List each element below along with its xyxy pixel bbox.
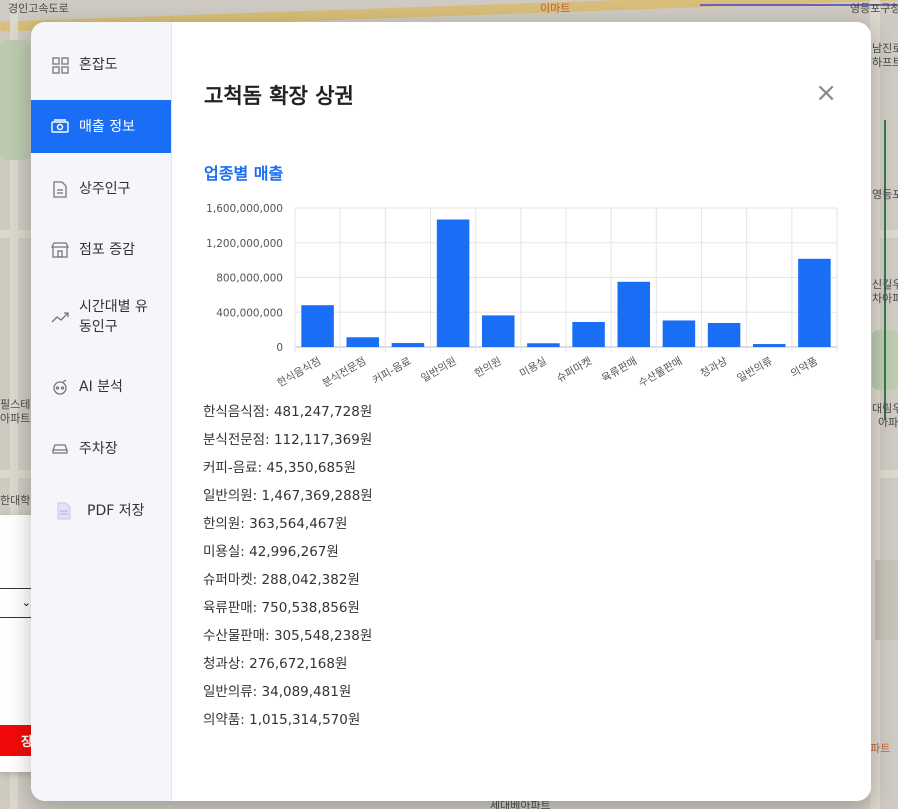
sales-list-item: 일반의류: 34,089,481원: [203, 684, 352, 700]
sidebar-pdf-save-button[interactable]: PDF 저장: [31, 488, 171, 534]
sidebar-item-label: 매출 정보: [79, 118, 135, 135]
chart-bar[interactable]: [481, 315, 515, 347]
area-modal: 혼잡도 매출 정보 상주인구 점포 증감 시간대별 유동인구 AI 분석 주차장…: [31, 22, 871, 801]
y-tick-label: 0: [276, 342, 283, 354]
sidebar-item-store-change[interactable]: 점포 증감: [31, 227, 171, 273]
sidebar-item-label: 점포 증감: [79, 242, 135, 258]
x-tick-label: 슈퍼마켓: [555, 355, 595, 385]
chart-bar[interactable]: [707, 322, 741, 347]
chevron-down-icon: ⌄: [21, 596, 31, 609]
sidebar-item-label: 상주인구: [79, 181, 131, 197]
close-icon[interactable]: ×: [815, 80, 837, 106]
trend-icon: [51, 308, 69, 326]
x-tick-label: 미용실: [518, 355, 549, 380]
sales-list-item: 의약품: 1,015,314,570원: [203, 712, 361, 728]
x-tick-label: 일반의류: [735, 354, 775, 385]
x-tick-label: 일반의원: [419, 354, 459, 385]
y-tick-label: 1,600,000,000: [206, 203, 283, 215]
sidebar-item-parking[interactable]: 주차장: [31, 426, 171, 472]
x-tick-label: 커피-음료: [371, 355, 414, 387]
sales-list: 한식음식점: 481,247,728원분식전문점: 112,117,369원커피…: [203, 398, 373, 734]
sidebar-item-label: 주차장: [79, 441, 118, 457]
sales-bar-chart: 0 400,000,000 800,000,000 1,200,000,000 1,60…: [206, 203, 838, 390]
chart-bar[interactable]: [301, 305, 334, 347]
document-icon: [51, 180, 69, 198]
sidebar-item-sales[interactable]: 매출 정보: [31, 100, 171, 153]
sales-list-item: 육류판매: 750,538,856원: [203, 600, 360, 616]
y-tick-label: 800,000,000: [216, 273, 283, 285]
sidebar-item-label: 시간대별 유동인구: [79, 299, 148, 335]
chart-bar[interactable]: [436, 219, 470, 347]
modal-title: 고척돔 확장 상권: [204, 84, 354, 108]
chart-bar[interactable]: [662, 320, 696, 347]
sidebar-item-label: PDF 저장: [87, 503, 145, 519]
sidebar-item-ai-analysis[interactable]: AI 분석: [31, 364, 171, 410]
chart-bar[interactable]: [798, 258, 831, 347]
x-tick-label: 한의원: [473, 355, 504, 380]
sales-list-item: 커피-음료: 45,350,685원: [203, 460, 357, 476]
section-title-sales-by-industry: 업종별 매출: [204, 164, 284, 183]
x-tick-label: 의약품: [789, 355, 820, 380]
x-tick-label: 분식전문점: [320, 355, 368, 390]
y-tick-label: 1,200,000,000: [206, 238, 283, 250]
chart-bar[interactable]: [617, 281, 651, 347]
chart-bar[interactable]: [752, 344, 786, 347]
chart-bar[interactable]: [391, 343, 425, 347]
x-tick-label: 한식음식점: [275, 355, 323, 390]
sales-list-item: 분식전문점: 112,117,369원: [203, 432, 373, 448]
sidebar-item-label: 혼잡도: [79, 57, 118, 73]
x-tick-label: 육류판매: [600, 355, 639, 385]
y-tick-label: 400,000,000: [216, 307, 283, 319]
sales-list-item: 슈퍼마켓: 288,042,382원: [203, 572, 360, 588]
sales-list-item: 한의원: 363,564,467원: [203, 516, 348, 532]
modal-sidebar: 혼잡도 매출 정보 상주인구 점포 증감 시간대별 유동인구 AI 분석 주차장…: [31, 22, 172, 801]
chart-bar[interactable]: [527, 343, 560, 347]
pdf-icon: [55, 502, 73, 520]
sidebar-item-hourly-traffic[interactable]: 시간대별 유동인구: [31, 294, 171, 340]
sidebar-item-population[interactable]: 상주인구: [31, 166, 171, 212]
sidebar-item-label: AI 분석: [79, 379, 123, 395]
sales-list-item: 청과상: 276,672,168원: [203, 656, 348, 672]
modal-content: 고척돔 확장 상권 × 업종별 매출 0 400,000,000 800,000,0…: [171, 22, 871, 801]
x-tick-label: 수산물판매: [637, 355, 685, 390]
sales-list-item: 수산물판매: 305,548,238원: [203, 628, 373, 644]
sales-list-item: 한식음식점: 481,247,728원: [203, 404, 373, 420]
robot-icon: [51, 378, 69, 396]
car-icon: [51, 440, 69, 458]
x-tick-label: 청과상: [698, 355, 729, 380]
sales-list-item: 미용실: 42,996,267원: [203, 544, 339, 560]
money-icon: [51, 118, 69, 136]
chart-bar[interactable]: [346, 337, 380, 347]
sales-list-item: 일반의원: 1,467,369,288원: [203, 488, 373, 504]
store-icon: [51, 241, 69, 259]
chart-bar[interactable]: [572, 321, 605, 347]
grid-icon: [51, 56, 69, 74]
sidebar-item-congestion[interactable]: 혼잡도: [31, 42, 171, 88]
